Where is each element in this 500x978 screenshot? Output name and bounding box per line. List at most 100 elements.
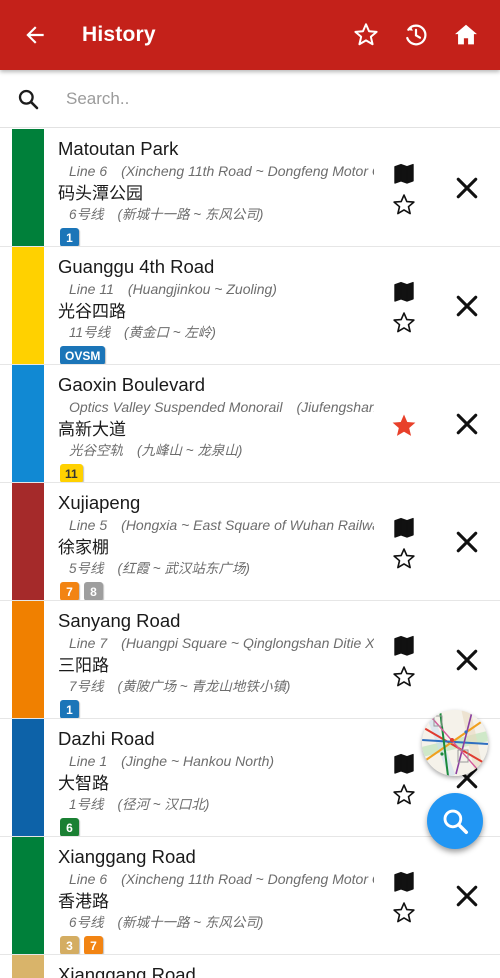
station-name-zh: 大智路 (58, 774, 109, 793)
line-info-zh: 光谷空轨 (九峰山 ~ 龙泉山) (58, 441, 374, 460)
history-list[interactable]: Matoutan Park Line 6 (Xincheng 11th Road ~… (0, 129, 500, 978)
history-clock-icon[interactable] (400, 19, 432, 51)
station-info: Guanggu 4th Road Line 11 (Huangjinkou ~ Zu… (44, 247, 374, 364)
line-info-en: Line 6 (Xincheng 11th Road ~ Dongfeng Mot… (58, 161, 374, 181)
app-bar: History (0, 0, 500, 70)
star-outline-icon[interactable] (391, 546, 417, 572)
line-badges: 78 (58, 582, 374, 600)
close-x-icon[interactable] (434, 837, 500, 954)
line-badge: 1 (60, 228, 79, 246)
star-filled-icon[interactable] (389, 411, 419, 441)
line-info-en: Line 11 (Huangjinkou ~ Zuoling) (58, 279, 374, 299)
search-bar[interactable] (0, 70, 500, 128)
star-outline-icon[interactable] (391, 192, 417, 218)
star-outline-icon[interactable] (391, 900, 417, 926)
line-range-en: (Huangpi Square ~ Qinglongshan Ditie Xia… (121, 635, 374, 651)
line-label-en: Line 6 (69, 871, 108, 887)
station-name-zh: 高新大道 (58, 420, 126, 439)
row-action-icons (374, 129, 434, 246)
search-input[interactable] (66, 81, 484, 116)
station-info: Gaoxin Boulevard Optics Valley Suspended … (44, 365, 374, 482)
station-info: Xianggang Road (44, 955, 374, 978)
close-x-icon[interactable] (434, 955, 500, 978)
row-action-icons (374, 955, 434, 978)
list-item[interactable]: Matoutan Park Line 6 (Xincheng 11th Road ~… (0, 129, 500, 247)
list-item[interactable]: Guanggu 4th Road Line 11 (Huangjinkou ~ Zu… (0, 247, 500, 365)
line-info-zh: 1号线 (径河 ~ 汉口北) (58, 795, 374, 814)
line-range-en: (Jinghe ~ Hankou North) (121, 753, 275, 769)
line-label-en: Line 5 (69, 517, 108, 533)
line-info-en: Line 6 (Xincheng 11th Road ~ Dongfeng Mot… (58, 869, 374, 889)
station-name-zh: 徐家棚 (58, 538, 109, 557)
map-icon[interactable] (392, 516, 416, 540)
map-thumbnail-icon[interactable] (422, 710, 488, 776)
home-icon[interactable] (450, 19, 482, 51)
line-label-zh: 1号线 (69, 797, 104, 812)
line-color-bar (12, 247, 44, 364)
row-action-icons (374, 837, 434, 954)
line-range-zh: (径河 ~ 汉口北) (117, 797, 210, 812)
line-range-en: (Huangjinkou ~ Zuoling) (127, 281, 277, 297)
favorites-star-icon[interactable] (350, 19, 382, 51)
line-badge: OVSM (60, 346, 106, 364)
line-color-bar (12, 955, 44, 978)
line-label-en: Line 1 (69, 753, 108, 769)
station-name-en: Matoutan Park (58, 138, 179, 159)
search-fab-icon[interactable] (427, 793, 483, 849)
station-info: Matoutan Park Line 6 (Xincheng 11th Road ~… (44, 129, 374, 246)
list-item[interactable]: Gaoxin Boulevard Optics Valley Suspended … (0, 365, 500, 483)
line-range-en: (Xincheng 11th Road ~ Dongfeng Motor Cor… (121, 871, 374, 887)
list-item[interactable]: Sanyang Road Line 7 (Huangpi Square ~ Qing… (0, 601, 500, 719)
station-name-zh: 光谷四路 (58, 302, 126, 321)
station-name-en: Xianggang Road (58, 846, 196, 867)
line-badge: 11 (60, 464, 83, 482)
close-x-icon[interactable] (434, 129, 500, 246)
line-label-zh: 5号线 (69, 561, 104, 576)
line-info-en: Optics Valley Suspended Monorail (Jiufeng… (58, 397, 374, 417)
line-label-en: Line 11 (69, 281, 114, 297)
line-range-zh: (黄金口 ~ 左岭) (124, 325, 216, 340)
map-icon[interactable] (392, 752, 416, 776)
station-info: Xujiapeng Line 5 (Hongxia ~ East Square of… (44, 483, 374, 600)
row-action-icons (374, 247, 434, 364)
station-name-en: Xujiapeng (58, 492, 141, 513)
list-item[interactable]: Xianggang Road (0, 955, 500, 978)
line-label-zh: 6号线 (69, 207, 104, 222)
line-badge: 7 (60, 582, 79, 600)
station-name-zh: 三阳路 (58, 656, 109, 675)
line-info-zh: 11号线 (黄金口 ~ 左岭) (58, 323, 374, 342)
list-item[interactable]: Xujiapeng Line 5 (Hongxia ~ East Square of… (0, 483, 500, 601)
line-label-zh: 6号线 (69, 915, 104, 930)
close-x-icon[interactable] (434, 601, 500, 718)
history-screen: History Search.. Matoutan Park Line 6 (X… (0, 0, 500, 978)
line-color-bar (12, 719, 44, 836)
line-badges: 1 (58, 700, 374, 718)
map-icon[interactable] (392, 162, 416, 186)
line-badge: 8 (84, 582, 103, 600)
close-x-icon[interactable] (434, 365, 500, 482)
line-color-bar (12, 483, 44, 600)
line-info-zh: 6号线 (新城十一路 ~ 东风公司) (58, 913, 374, 932)
star-outline-icon[interactable] (391, 664, 417, 690)
page-title: History (82, 23, 156, 46)
line-range-en: (Xincheng 11th Road ~ Dongfeng Motor Cor… (121, 163, 374, 179)
close-x-icon[interactable] (434, 483, 500, 600)
line-range-zh: (红霞 ~ 武汉站东广场) (117, 561, 250, 576)
app-bar-actions (350, 19, 486, 51)
star-outline-icon[interactable] (391, 310, 417, 336)
line-badges: 1 (58, 228, 374, 246)
back-button[interactable] (14, 14, 56, 56)
station-name-en: Xianggang Road (58, 964, 196, 978)
map-icon[interactable] (392, 280, 416, 304)
map-icon[interactable] (392, 634, 416, 658)
station-name-zh: 码头潭公园 (58, 184, 143, 203)
row-action-icons (374, 365, 434, 482)
list-item[interactable]: Xianggang Road Line 6 (Xincheng 11th Road … (0, 837, 500, 955)
line-badges: 6 (58, 818, 374, 836)
line-range-en: (Jiufengshan ~ Longquanshan) (296, 399, 375, 415)
line-label-zh: 11号线 (69, 325, 111, 340)
map-icon[interactable] (392, 870, 416, 894)
star-outline-icon[interactable] (391, 782, 417, 808)
line-range-zh: (黄陂广场 ~ 青龙山地铁小镇) (117, 679, 291, 694)
close-x-icon[interactable] (434, 247, 500, 364)
